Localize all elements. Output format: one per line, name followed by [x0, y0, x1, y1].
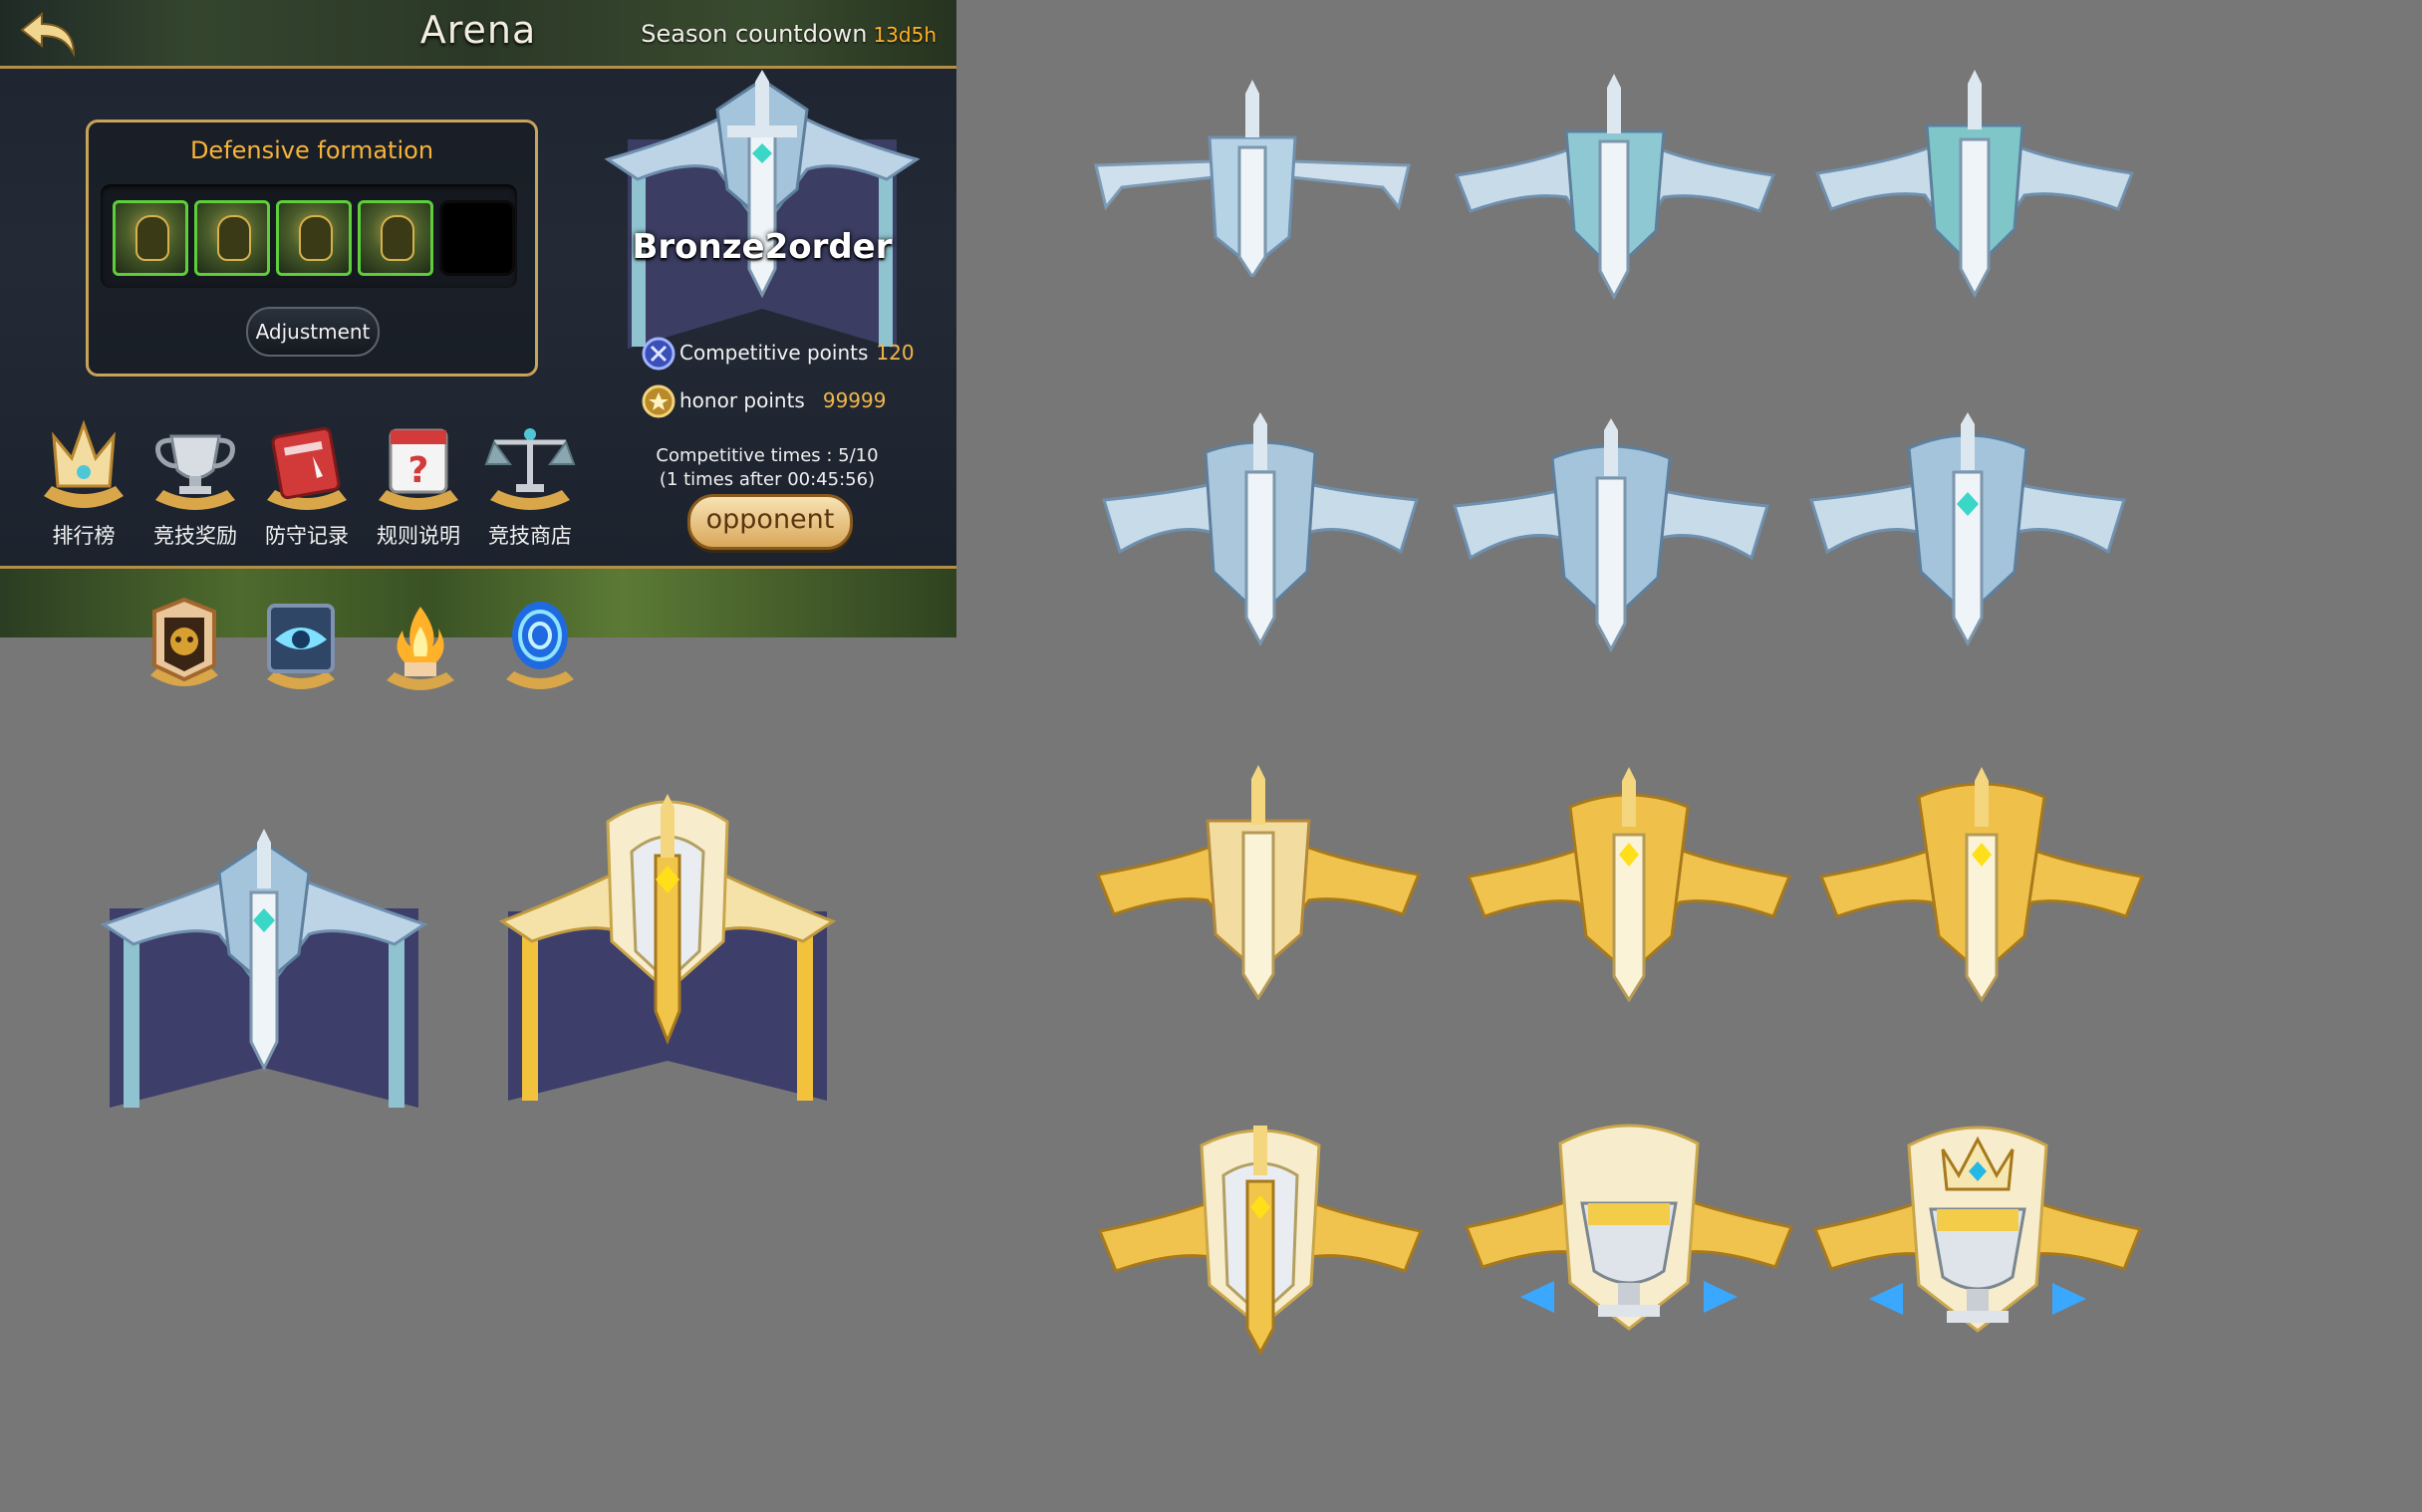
- eye-icon: [267, 604, 335, 689]
- honor-points-value: 99999: [822, 388, 887, 412]
- gold-crowned-trophy-emblem-icon: [1813, 1126, 2142, 1333]
- competitive-points-icon: [642, 337, 675, 371]
- hero-portrait-icon: [299, 215, 333, 261]
- hero-slot[interactable]: [113, 200, 188, 276]
- menu-label: 防守记录: [265, 524, 349, 548]
- gold-supreme-emblem-icon: [1098, 1126, 1423, 1355]
- competitive-times-count: Competitive times : 5/10: [656, 445, 879, 466]
- hero-slot[interactable]: [194, 200, 270, 276]
- hero-portrait-icon: [217, 215, 251, 261]
- record-book-icon: [267, 426, 347, 510]
- silver-rank-banner-icon: [100, 829, 428, 1108]
- defensive-formation-box: Defensive formation Adjustment: [86, 120, 538, 377]
- scale-shop-icon: [484, 428, 576, 510]
- gold-rank-emblem-icon: [1096, 765, 1421, 1000]
- crown-icon: [44, 419, 124, 508]
- menu-label: 竞技商店: [488, 524, 572, 548]
- svg-text:?: ?: [408, 450, 429, 491]
- menu-label: 排行榜: [52, 524, 116, 548]
- silver-crest-emblem-icon: [1102, 412, 1419, 647]
- rules-calendar-icon: ?: [379, 428, 458, 510]
- season-countdown-value: 13d5h: [873, 23, 937, 47]
- empty-slot[interactable]: [439, 200, 515, 276]
- competitive-points-label: Competitive points: [679, 341, 869, 365]
- gold-trophy-emblem-icon: [1465, 1124, 1793, 1331]
- leaderboard-button[interactable]: 排行榜: [34, 416, 134, 551]
- honor-points-row: honor points 99999: [642, 384, 921, 418]
- silver-rank-emblem-icon: [1815, 70, 2134, 299]
- trophy-icon: [155, 434, 235, 510]
- competitive-points-value: 120: [876, 341, 915, 365]
- silver-rank-emblem-icon: [1094, 80, 1411, 277]
- defensive-formation-title: Defensive formation: [189, 136, 434, 164]
- adjustment-button[interactable]: Adjustment: [246, 307, 380, 357]
- competitive-times-refresh: (1 times after 00:45:56): [659, 469, 876, 490]
- rank-name: Bronze2order: [632, 227, 893, 267]
- hero-portrait-icon: [381, 215, 414, 261]
- silver-rank-emblem-icon: [1455, 74, 1775, 301]
- bottom-strip: [0, 566, 956, 637]
- menu-label: 规则说明: [377, 524, 460, 548]
- hero-slot[interactable]: [276, 200, 352, 276]
- season-countdown-label: Season countdown: [641, 20, 868, 48]
- hero-slot[interactable]: [358, 200, 433, 276]
- portal-icon: [506, 602, 574, 689]
- honor-points-label: honor points: [679, 388, 805, 412]
- skull-shield-icon: [150, 597, 218, 686]
- arena-panel: Arena Season countdown 13d5h Defensive fo…: [0, 0, 956, 637]
- rules-button[interactable]: ? 规则说明: [369, 416, 468, 551]
- rank-badge-icon: [604, 70, 921, 349]
- arena-rewards-button[interactable]: 竞技奖励: [145, 416, 245, 551]
- honor-points-icon: [642, 384, 675, 418]
- hero-portrait-icon: [135, 215, 169, 261]
- flame-icon: [387, 607, 454, 690]
- opponent-button[interactable]: opponent: [687, 494, 853, 550]
- competitive-points-row: Competitive points 120: [642, 337, 921, 371]
- menu-label: 竞技奖励: [153, 524, 237, 548]
- competitive-times: Competitive times : 5/10 (1 times after …: [618, 444, 917, 492]
- top-bar: Arena Season countdown 13d5h: [0, 0, 956, 69]
- gold-rank-banner-icon: [498, 794, 837, 1101]
- season-countdown: Season countdown 13d5h: [641, 20, 937, 48]
- arena-shop-button[interactable]: 竞技商店: [480, 416, 580, 551]
- silver-crest-emblem-icon: [1809, 412, 2126, 647]
- silver-crest-emblem-icon: [1453, 418, 1769, 653]
- defense-record-button[interactable]: 防守记录: [257, 416, 357, 551]
- gold-rank-emblem-icon: [1819, 767, 2144, 1002]
- formation-slots: [101, 184, 517, 288]
- gold-rank-emblem-icon: [1467, 767, 1791, 1002]
